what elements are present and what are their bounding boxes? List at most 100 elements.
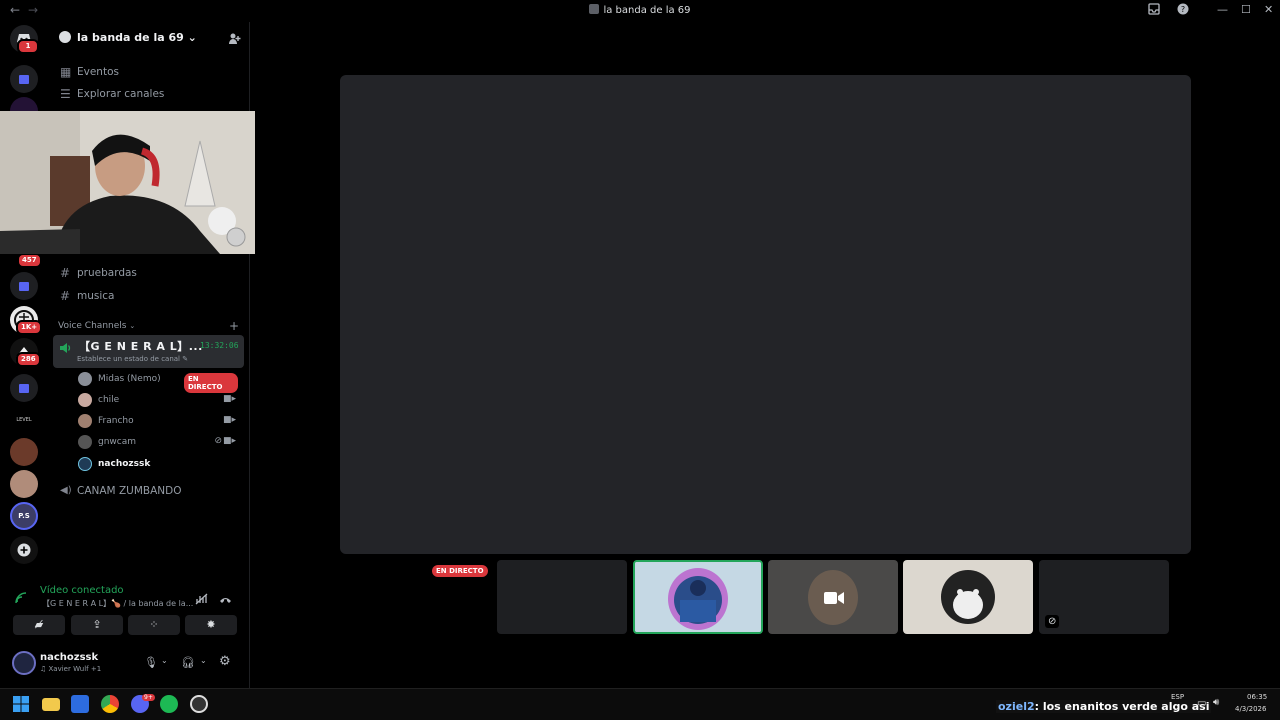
voice-member[interactable]: nachozssk <box>78 456 238 474</box>
nav-events[interactable]: ▦ Eventos <box>54 63 244 83</box>
chevron-down-icon[interactable]: ⌄ <box>161 656 168 665</box>
server-folder-icon[interactable] <box>10 374 38 402</box>
activities-button[interactable]: ⁘ <box>128 615 180 635</box>
voice-member[interactable]: Midas (Nemo) EN DIRECTO <box>78 371 238 393</box>
network-icon[interactable]: ▭ <box>1197 698 1206 709</box>
server-thumb-icon <box>589 4 600 14</box>
guild-header[interactable]: la banda de la 69 ⌄ <box>48 22 250 54</box>
avatar[interactable] <box>12 651 36 675</box>
voice-channel-path[interactable]: 【G E N E R A L】🍗 / la banda de la... <box>42 598 193 609</box>
video-tile[interactable] <box>903 560 1033 634</box>
camera-off-icon: ▰̸ <box>34 618 44 631</box>
voice-channel-name: 【G E N E R A L】... <box>79 340 203 353</box>
server-icon-ps[interactable]: P.S <box>10 502 38 530</box>
live-badge: EN DIRECTO <box>184 373 238 393</box>
notification-badge: 9+ <box>142 694 155 701</box>
nav-explore-label: Explorar canales <box>77 88 165 100</box>
voice-member[interactable]: Francho ■▸ <box>78 413 238 431</box>
store-icon[interactable] <box>71 695 89 713</box>
minimize-icon[interactable]: — <box>1217 3 1228 16</box>
video-tile-speaking[interactable] <box>633 560 763 634</box>
voice-category-header[interactable]: Voice Channels ⌄ <box>58 321 135 331</box>
guild-name: la banda de la 69 ⌄ <box>77 31 197 44</box>
signal-icon <box>15 589 27 608</box>
noise-suppression-icon[interactable] <box>195 590 208 609</box>
server-icon-level[interactable]: LEVEL <box>10 406 38 434</box>
server-icon[interactable] <box>10 438 38 466</box>
hashtag-icon: # <box>60 266 71 280</box>
active-voice-channel[interactable]: 【G E N E R A L】... 13:32:06 Establece un… <box>53 335 244 368</box>
speaker-icon: ◀) <box>60 485 72 496</box>
video-stage[interactable] <box>340 75 1191 554</box>
text-channel-label: pruebardas <box>77 267 137 279</box>
server-badge-1k: 1K+ <box>16 320 43 335</box>
channel-status-setter[interactable]: Establece un estado de canal ✎ <box>77 355 188 363</box>
chat-username: oziel2 <box>998 700 1035 713</box>
toggle-camera-button[interactable]: ▰̸ <box>13 615 65 635</box>
voice-member[interactable]: chile ■▸ <box>78 392 238 410</box>
pencil-icon: ✎ <box>182 355 189 363</box>
microphone-icon[interactable]: 🎙︎ <box>144 656 158 669</box>
help-icon[interactable]: ? <box>1177 3 1189 18</box>
headphones-icon[interactable]: 🎧︎ <box>181 656 195 669</box>
inbox-icon[interactable] <box>1148 3 1160 18</box>
spotify-icon[interactable] <box>160 695 178 713</box>
gear-icon[interactable]: ⚙ <box>219 654 231 669</box>
voice-channel-label: CANAM ZUMBANDO <box>77 485 182 497</box>
share-screen-button[interactable]: ⇪ <box>71 615 123 635</box>
avatar <box>78 435 92 449</box>
voice-category-label: Voice Channels <box>58 321 127 331</box>
chevron-down-icon: ⌄ <box>187 31 197 44</box>
stream-overlay-chat: oziel2: los enanitos verde algo asi <box>996 700 1212 713</box>
avatar <box>78 372 92 386</box>
close-icon[interactable]: ✕ <box>1264 3 1273 16</box>
window-title: la banda de la 69 <box>0 4 1280 16</box>
server-badge-286: 286 <box>16 352 41 367</box>
add-server-icon[interactable] <box>10 536 38 564</box>
webcam-overlay[interactable] <box>0 111 255 254</box>
chrome-icon[interactable] <box>101 695 119 713</box>
title-bar: ← → la banda de la 69 ? — ☐ ✕ <box>0 0 1280 22</box>
clock-date[interactable]: 4/3/2026 <box>1235 705 1266 713</box>
voice-channel-timer: 13:32:06 <box>200 341 239 350</box>
avatar <box>78 414 92 428</box>
server-folder-icon[interactable] <box>10 272 38 300</box>
user-activity: ♫ Xavier Wulf +1 <box>40 665 102 673</box>
voice-connection-panel: Vídeo conectado 【G E N E R A L】🍗 / la ba… <box>5 577 245 640</box>
voice-member[interactable]: gnwcam ⊘ ■▸ <box>78 434 238 452</box>
video-tile[interactable]: ⊘ <box>1039 560 1169 634</box>
volume-icon[interactable]: 🔊︎ <box>1213 697 1219 708</box>
windows-start-icon[interactable] <box>12 695 30 713</box>
server-folder-icon[interactable] <box>10 65 38 93</box>
video-tile[interactable] <box>768 560 898 634</box>
file-explorer-icon[interactable] <box>42 698 60 711</box>
nav-events-label: Eventos <box>77 66 119 78</box>
soundboard-button[interactable]: ✸ <box>185 615 237 635</box>
svg-text:?: ? <box>1181 5 1185 14</box>
video-camera-icon: ■▸ <box>222 436 236 446</box>
maximize-icon[interactable]: ☐ <box>1241 3 1251 16</box>
voice-channel[interactable]: ◀) CANAM ZUMBANDO <box>54 482 244 502</box>
disconnect-icon[interactable] <box>219 590 232 609</box>
server-badge-457: 457 <box>17 253 42 268</box>
nav-explore[interactable]: ☰ Explorar canales <box>54 85 244 105</box>
server-icon[interactable] <box>10 470 38 498</box>
browse-channels-icon: ☰ <box>60 87 71 101</box>
speaker-icon <box>59 339 72 358</box>
share-screen-icon: ⇪ <box>92 618 102 631</box>
user-name: nachozssk <box>40 652 99 663</box>
language-indicator[interactable]: ESP <box>1171 693 1184 701</box>
channel-status-text: Establece un estado de canal <box>77 355 181 363</box>
text-channel[interactable]: # musica <box>54 287 244 307</box>
guild-name-text: la banda de la 69 <box>77 31 184 44</box>
clock-time[interactable]: 06:35 <box>1247 693 1267 701</box>
add-channel-icon[interactable]: + <box>229 319 239 333</box>
steam-icon[interactable] <box>190 695 208 713</box>
muted-mic-icon: ⊘ <box>214 436 222 446</box>
chevron-down-icon[interactable]: ⌄ <box>200 656 207 665</box>
text-channel[interactable]: # pruebardas <box>54 264 244 284</box>
text-channel-label: musica <box>77 290 115 302</box>
member-name: nachozssk <box>98 459 151 469</box>
video-tile[interactable] <box>497 560 627 634</box>
invite-user-icon[interactable] <box>228 30 241 49</box>
